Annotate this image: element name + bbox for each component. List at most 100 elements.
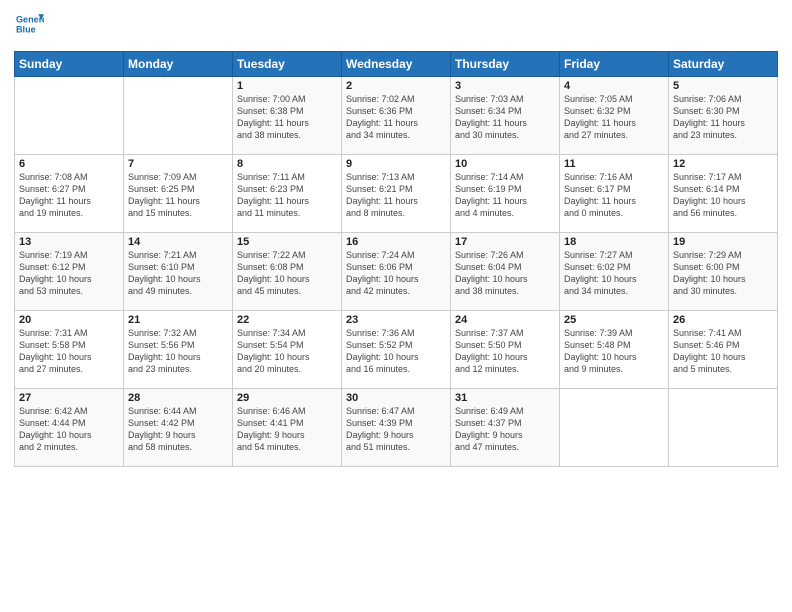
day-details: Sunrise: 7:22 AM Sunset: 6:08 PM Dayligh… — [237, 249, 337, 298]
day-number: 26 — [673, 314, 773, 326]
calendar-week-row: 20Sunrise: 7:31 AM Sunset: 5:58 PM Dayli… — [15, 311, 778, 389]
day-details: Sunrise: 7:27 AM Sunset: 6:02 PM Dayligh… — [564, 249, 664, 298]
weekday-header: Sunday — [15, 52, 124, 77]
calendar-cell: 23Sunrise: 7:36 AM Sunset: 5:52 PM Dayli… — [342, 311, 451, 389]
calendar-cell: 17Sunrise: 7:26 AM Sunset: 6:04 PM Dayli… — [451, 233, 560, 311]
calendar-week-row: 1Sunrise: 7:00 AM Sunset: 6:38 PM Daylig… — [15, 77, 778, 155]
day-details: Sunrise: 7:08 AM Sunset: 6:27 PM Dayligh… — [19, 171, 119, 220]
day-number: 14 — [128, 236, 228, 248]
weekday-header: Monday — [124, 52, 233, 77]
day-details: Sunrise: 7:00 AM Sunset: 6:38 PM Dayligh… — [237, 93, 337, 142]
day-number: 21 — [128, 314, 228, 326]
day-details: Sunrise: 7:09 AM Sunset: 6:25 PM Dayligh… — [128, 171, 228, 220]
calendar-cell: 5Sunrise: 7:06 AM Sunset: 6:30 PM Daylig… — [669, 77, 778, 155]
day-number: 25 — [564, 314, 664, 326]
calendar-cell: 28Sunrise: 6:44 AM Sunset: 4:42 PM Dayli… — [124, 389, 233, 467]
day-number: 8 — [237, 158, 337, 170]
calendar-cell: 21Sunrise: 7:32 AM Sunset: 5:56 PM Dayli… — [124, 311, 233, 389]
svg-text:Blue: Blue — [16, 24, 36, 34]
calendar-table: SundayMondayTuesdayWednesdayThursdayFrid… — [14, 51, 778, 467]
day-details: Sunrise: 7:36 AM Sunset: 5:52 PM Dayligh… — [346, 327, 446, 376]
day-number: 3 — [455, 80, 555, 92]
day-number: 6 — [19, 158, 119, 170]
calendar-cell: 12Sunrise: 7:17 AM Sunset: 6:14 PM Dayli… — [669, 155, 778, 233]
calendar-cell: 14Sunrise: 7:21 AM Sunset: 6:10 PM Dayli… — [124, 233, 233, 311]
calendar-cell: 4Sunrise: 7:05 AM Sunset: 6:32 PM Daylig… — [560, 77, 669, 155]
calendar-cell: 16Sunrise: 7:24 AM Sunset: 6:06 PM Dayli… — [342, 233, 451, 311]
day-details: Sunrise: 7:13 AM Sunset: 6:21 PM Dayligh… — [346, 171, 446, 220]
day-details: Sunrise: 6:42 AM Sunset: 4:44 PM Dayligh… — [19, 405, 119, 454]
day-details: Sunrise: 7:24 AM Sunset: 6:06 PM Dayligh… — [346, 249, 446, 298]
day-details: Sunrise: 7:17 AM Sunset: 6:14 PM Dayligh… — [673, 171, 773, 220]
day-number: 12 — [673, 158, 773, 170]
day-details: Sunrise: 6:49 AM Sunset: 4:37 PM Dayligh… — [455, 405, 555, 454]
calendar-cell: 27Sunrise: 6:42 AM Sunset: 4:44 PM Dayli… — [15, 389, 124, 467]
calendar-cell: 8Sunrise: 7:11 AM Sunset: 6:23 PM Daylig… — [233, 155, 342, 233]
weekday-header: Tuesday — [233, 52, 342, 77]
weekday-header: Thursday — [451, 52, 560, 77]
calendar-cell: 30Sunrise: 6:47 AM Sunset: 4:39 PM Dayli… — [342, 389, 451, 467]
calendar-cell: 7Sunrise: 7:09 AM Sunset: 6:25 PM Daylig… — [124, 155, 233, 233]
calendar-week-row: 6Sunrise: 7:08 AM Sunset: 6:27 PM Daylig… — [15, 155, 778, 233]
day-number: 24 — [455, 314, 555, 326]
day-details: Sunrise: 7:34 AM Sunset: 5:54 PM Dayligh… — [237, 327, 337, 376]
calendar-cell — [669, 389, 778, 467]
day-number: 17 — [455, 236, 555, 248]
day-details: Sunrise: 7:19 AM Sunset: 6:12 PM Dayligh… — [19, 249, 119, 298]
day-number: 13 — [19, 236, 119, 248]
calendar-body: 1Sunrise: 7:00 AM Sunset: 6:38 PM Daylig… — [15, 77, 778, 467]
calendar-cell: 18Sunrise: 7:27 AM Sunset: 6:02 PM Dayli… — [560, 233, 669, 311]
day-details: Sunrise: 7:16 AM Sunset: 6:17 PM Dayligh… — [564, 171, 664, 220]
day-details: Sunrise: 7:26 AM Sunset: 6:04 PM Dayligh… — [455, 249, 555, 298]
day-number: 16 — [346, 236, 446, 248]
day-details: Sunrise: 7:03 AM Sunset: 6:34 PM Dayligh… — [455, 93, 555, 142]
day-number: 5 — [673, 80, 773, 92]
page-container: General Blue SundayMondayTuesdayWednesda… — [0, 0, 792, 475]
day-details: Sunrise: 7:05 AM Sunset: 6:32 PM Dayligh… — [564, 93, 664, 142]
day-number: 22 — [237, 314, 337, 326]
day-details: Sunrise: 7:31 AM Sunset: 5:58 PM Dayligh… — [19, 327, 119, 376]
calendar-cell: 9Sunrise: 7:13 AM Sunset: 6:21 PM Daylig… — [342, 155, 451, 233]
day-number: 30 — [346, 392, 446, 404]
calendar-cell: 1Sunrise: 7:00 AM Sunset: 6:38 PM Daylig… — [233, 77, 342, 155]
calendar-week-row: 13Sunrise: 7:19 AM Sunset: 6:12 PM Dayli… — [15, 233, 778, 311]
day-details: Sunrise: 6:44 AM Sunset: 4:42 PM Dayligh… — [128, 405, 228, 454]
calendar-cell: 15Sunrise: 7:22 AM Sunset: 6:08 PM Dayli… — [233, 233, 342, 311]
calendar-cell: 13Sunrise: 7:19 AM Sunset: 6:12 PM Dayli… — [15, 233, 124, 311]
day-number: 20 — [19, 314, 119, 326]
day-number: 15 — [237, 236, 337, 248]
day-number: 29 — [237, 392, 337, 404]
day-details: Sunrise: 7:14 AM Sunset: 6:19 PM Dayligh… — [455, 171, 555, 220]
day-number: 10 — [455, 158, 555, 170]
day-number: 9 — [346, 158, 446, 170]
logo: General Blue — [14, 10, 44, 43]
weekday-header: Wednesday — [342, 52, 451, 77]
calendar-cell: 6Sunrise: 7:08 AM Sunset: 6:27 PM Daylig… — [15, 155, 124, 233]
day-details: Sunrise: 7:37 AM Sunset: 5:50 PM Dayligh… — [455, 327, 555, 376]
calendar-cell: 19Sunrise: 7:29 AM Sunset: 6:00 PM Dayli… — [669, 233, 778, 311]
day-number: 27 — [19, 392, 119, 404]
day-details: Sunrise: 7:29 AM Sunset: 6:00 PM Dayligh… — [673, 249, 773, 298]
calendar-cell — [15, 77, 124, 155]
calendar-cell — [560, 389, 669, 467]
header: General Blue — [14, 10, 778, 43]
calendar-cell: 11Sunrise: 7:16 AM Sunset: 6:17 PM Dayli… — [560, 155, 669, 233]
calendar-cell: 10Sunrise: 7:14 AM Sunset: 6:19 PM Dayli… — [451, 155, 560, 233]
day-details: Sunrise: 6:47 AM Sunset: 4:39 PM Dayligh… — [346, 405, 446, 454]
day-number: 11 — [564, 158, 664, 170]
calendar-cell: 24Sunrise: 7:37 AM Sunset: 5:50 PM Dayli… — [451, 311, 560, 389]
day-details: Sunrise: 7:06 AM Sunset: 6:30 PM Dayligh… — [673, 93, 773, 142]
day-details: Sunrise: 7:39 AM Sunset: 5:48 PM Dayligh… — [564, 327, 664, 376]
logo-icon: General Blue — [16, 10, 44, 38]
calendar-cell: 3Sunrise: 7:03 AM Sunset: 6:34 PM Daylig… — [451, 77, 560, 155]
weekday-header: Friday — [560, 52, 669, 77]
calendar-cell: 31Sunrise: 6:49 AM Sunset: 4:37 PM Dayli… — [451, 389, 560, 467]
day-number: 7 — [128, 158, 228, 170]
day-number: 23 — [346, 314, 446, 326]
day-details: Sunrise: 6:46 AM Sunset: 4:41 PM Dayligh… — [237, 405, 337, 454]
calendar-cell: 25Sunrise: 7:39 AM Sunset: 5:48 PM Dayli… — [560, 311, 669, 389]
calendar-cell — [124, 77, 233, 155]
day-details: Sunrise: 7:21 AM Sunset: 6:10 PM Dayligh… — [128, 249, 228, 298]
calendar-cell: 2Sunrise: 7:02 AM Sunset: 6:36 PM Daylig… — [342, 77, 451, 155]
header-row: SundayMondayTuesdayWednesdayThursdayFrid… — [15, 52, 778, 77]
